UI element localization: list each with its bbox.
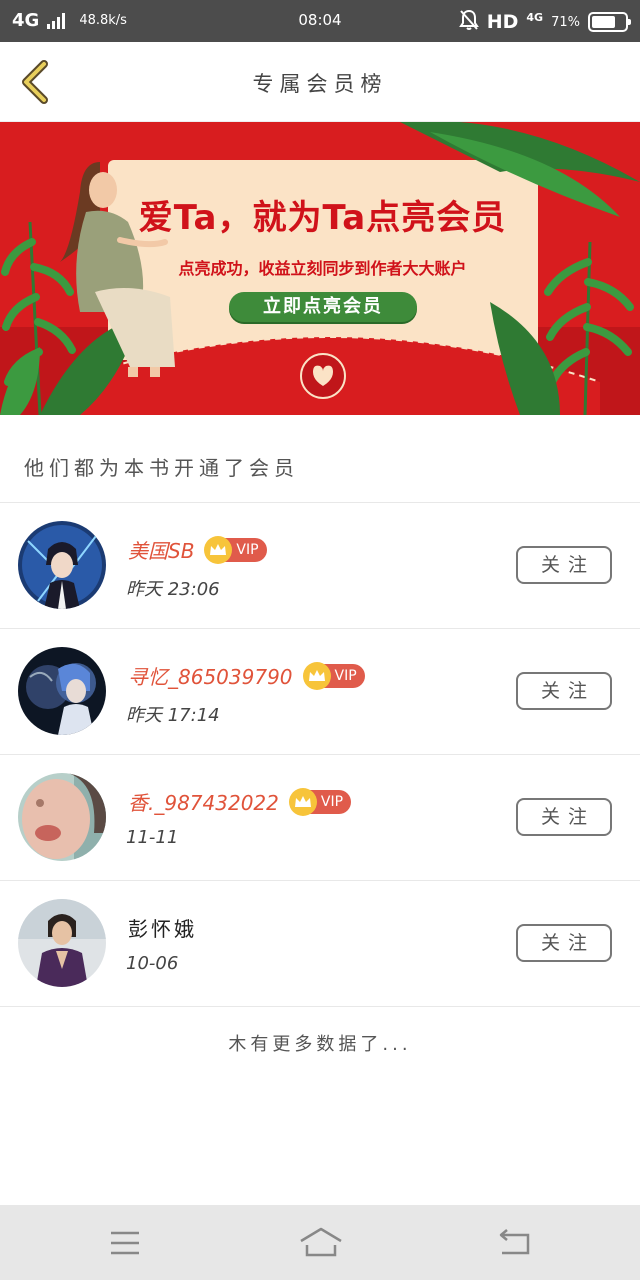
banner-title: 爱Ta，就为Ta点亮会员 [138,198,507,238]
list-item: 寻忆_865039790 VIP 昨天 17:14 关注 [0,629,640,755]
crown-icon [204,535,233,564]
home-icon [300,1227,342,1257]
vip-label: VIP [320,793,344,810]
member-name-line: 彭怀娥 [128,913,197,942]
vip-label: VIP [334,667,357,684]
status-bar: 4G 48.8k/s 08:04 HD 4G 71% [0,0,640,42]
section-title: 他们都为本书开通了会员 [24,456,299,480]
battery-percent: 71% [551,14,580,30]
avatar[interactable] [18,773,106,861]
light-up-vip-button[interactable]: 立即点亮会员 [229,292,417,322]
home-button[interactable] [298,1225,344,1261]
vip-badge: VIP [302,661,365,690]
back-nav-button[interactable] [496,1225,536,1261]
menu-icon [111,1231,139,1255]
hd-indicator: HD [486,11,519,33]
menu-button[interactable] [105,1225,145,1261]
follow-button[interactable]: 关注 [516,924,612,962]
status-right: HD 4G 71% [458,9,631,35]
no-more-data-text: 木有更多数据了... [228,1034,412,1055]
member-name[interactable]: 香._987432022 [128,787,279,816]
back-arrow-icon [499,1229,530,1255]
avatar[interactable] [18,521,106,609]
member-name[interactable]: 彭怀娥 [128,913,197,942]
member-name[interactable]: 美国SB [128,535,194,564]
member-time: 11-11 [126,827,179,848]
vip-label: VIP [236,541,259,558]
list-item: 香._987432022 VIP 11-11 关注 [0,755,640,881]
member-name-line: 香._987432022 VIP [128,787,352,816]
list-item: 彭怀娥 10-06 关注 [0,881,640,1007]
page-title: 专属会员榜 [252,72,388,96]
crown-icon [302,661,331,690]
app-header: 专属会员榜 [0,42,640,122]
member-list: 美国SB VIP 昨天 23:06 关注 寻忆_865039790 VIP 昨天… [0,503,640,1007]
follow-button[interactable]: 关注 [516,798,612,836]
member-name-line: 寻忆_865039790 VIP [128,661,365,690]
member-name[interactable]: 寻忆_865039790 [128,661,293,690]
member-time: 昨天 17:14 [126,705,220,726]
member-time: 10-06 [126,953,179,974]
list-item: 美国SB VIP 昨天 23:06 关注 [0,503,640,629]
crown-icon [288,787,317,816]
banner-subtitle: 点亮成功，收益立刻同步到作者大大账户 [178,259,467,278]
vip-badge: VIP [288,787,352,816]
promo-banner[interactable]: 爱Ta，就为Ta点亮会员 点亮成功，收益立刻同步到作者大大账户 立即点亮会员 [0,122,640,415]
bell-muted-icon [458,9,479,35]
battery-icon [588,12,631,32]
follow-button[interactable]: 关注 [516,546,612,584]
member-name-line: 美国SB VIP [128,535,267,564]
avatar[interactable] [18,647,106,735]
member-time: 昨天 23:06 [126,579,220,600]
network-type-right: 4G [526,10,544,24]
system-nav-bar [0,1205,640,1280]
vip-badge: VIP [204,535,267,564]
avatar[interactable] [18,899,106,987]
follow-button[interactable]: 关注 [516,672,612,710]
